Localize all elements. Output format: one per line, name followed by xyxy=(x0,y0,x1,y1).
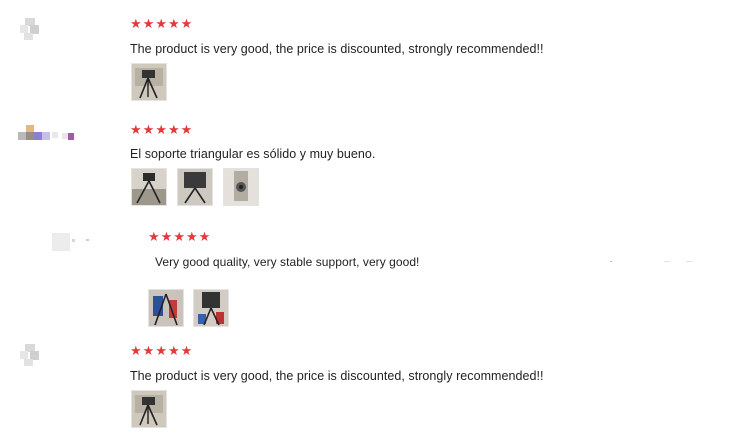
star-icon: ★ xyxy=(155,344,167,359)
review-photos xyxy=(148,289,229,327)
review-photos xyxy=(131,63,167,101)
review-photo-thumbnail[interactable] xyxy=(177,168,213,206)
star-icon: ★ xyxy=(155,123,167,138)
star-icon: ★ xyxy=(155,17,167,32)
tripod-photo-icon xyxy=(149,290,183,326)
star-icon: ★ xyxy=(148,230,160,245)
star-icon: ★ xyxy=(130,123,142,138)
rating-stars: ★ ★ ★ ★ ★ xyxy=(130,124,192,137)
tripod-photo-icon xyxy=(132,169,166,205)
review-photos xyxy=(131,168,259,206)
review-text: The product is very good, the price is d… xyxy=(130,369,544,383)
star-icon: ★ xyxy=(173,230,185,245)
star-icon: ★ xyxy=(198,230,211,245)
star-icon: ★ xyxy=(185,230,198,245)
star-icon: ★ xyxy=(180,344,193,359)
avatar xyxy=(20,344,44,368)
review-photos xyxy=(131,390,167,428)
review-item: ★ ★ ★ ★ ★ Very good quality, very stable… xyxy=(0,225,750,335)
review-text: Very good quality, very stable support, … xyxy=(155,255,420,269)
review-item: ★ ★ ★ ★ ★ The product is very good, the … xyxy=(0,338,750,444)
tripod-photo-icon xyxy=(132,64,166,100)
review-text: El soporte triangular es sólido y muy bu… xyxy=(130,147,376,161)
avatar xyxy=(18,125,76,143)
review-photo-thumbnail[interactable] xyxy=(131,168,167,206)
star-icon: ★ xyxy=(130,344,142,359)
star-icon: ★ xyxy=(180,123,193,138)
star-icon: ★ xyxy=(142,17,155,32)
rating-stars: ★ ★ ★ ★ ★ xyxy=(130,345,192,358)
rating-stars: ★ ★ ★ ★ ★ xyxy=(148,231,210,244)
star-icon: ★ xyxy=(142,344,155,359)
avatar xyxy=(20,18,44,42)
review-photo-thumbnail[interactable] xyxy=(223,168,259,206)
review-photo-thumbnail[interactable] xyxy=(131,390,167,428)
avatar xyxy=(52,233,92,253)
star-icon: ★ xyxy=(167,344,180,359)
star-icon: ★ xyxy=(160,230,173,245)
tripod-photo-icon xyxy=(194,290,228,326)
review-photo-thumbnail[interactable] xyxy=(193,289,229,327)
rating-stars: ★ ★ ★ ★ ★ xyxy=(130,18,192,31)
star-icon: ★ xyxy=(167,123,180,138)
tripod-photo-icon xyxy=(132,391,166,427)
tripod-photo-icon xyxy=(224,169,258,205)
star-icon: ★ xyxy=(167,17,180,32)
star-icon: ★ xyxy=(180,17,193,32)
tripod-photo-icon xyxy=(178,169,212,205)
review-photo-thumbnail[interactable] xyxy=(148,289,184,327)
review-photo-thumbnail[interactable] xyxy=(131,63,167,101)
review-text: The product is very good, the price is d… xyxy=(130,42,544,56)
star-icon: ★ xyxy=(142,123,155,138)
review-item: ★ ★ ★ ★ ★ El soporte triangular es sólid… xyxy=(0,112,750,217)
review-item: ★ ★ ★ ★ ★ The product is very good, the … xyxy=(0,0,750,105)
star-icon: ★ xyxy=(130,17,142,32)
